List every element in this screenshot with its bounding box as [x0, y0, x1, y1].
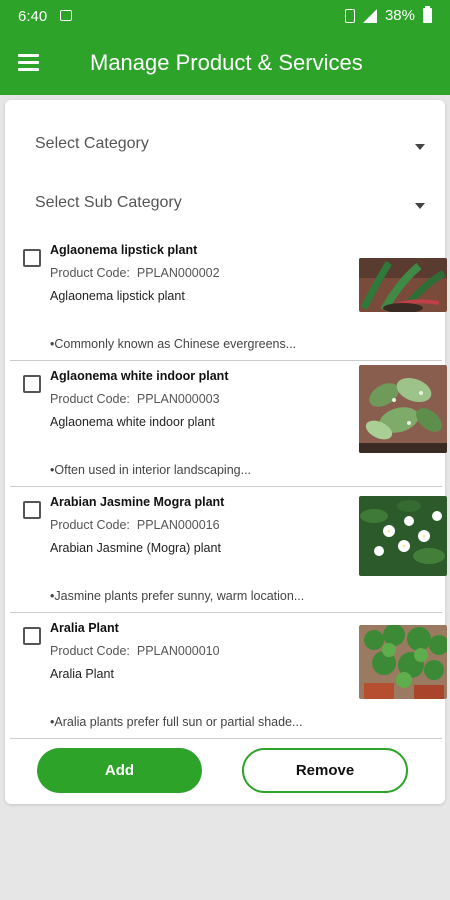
- product-note: •Often used in interior landscaping...: [50, 463, 252, 477]
- product-thumbnail: [359, 365, 447, 453]
- product-thumbnail: [359, 258, 447, 312]
- product-code: Product Code: PPLAN000003: [50, 392, 220, 406]
- dropdown-arrow-icon: [415, 144, 425, 150]
- status-bar: 6:40 38%: [0, 0, 450, 32]
- product-list-item[interactable]: Arabian Jasmine Mogra plant Product Code…: [10, 486, 447, 613]
- product-note: •Commonly known as Chinese evergreens...: [50, 337, 297, 351]
- product-checkbox[interactable]: [23, 249, 41, 267]
- remove-button[interactable]: Remove: [242, 748, 408, 793]
- subcategory-select-label: Select Sub Category: [35, 194, 182, 211]
- status-time: 6:40: [18, 8, 48, 25]
- battery-icon: [423, 6, 432, 23]
- subcategory-select[interactable]: Select Sub Category: [35, 194, 425, 224]
- dropdown-arrow-icon: [415, 203, 425, 209]
- product-name: Aralia Plant: [50, 621, 119, 635]
- product-checkbox[interactable]: [23, 501, 41, 519]
- add-button[interactable]: Add: [37, 748, 202, 793]
- hamburger-menu-icon[interactable]: [18, 54, 39, 72]
- product-list-item[interactable]: Aglaonema lipstick plant Product Code: P…: [10, 234, 447, 361]
- category-select[interactable]: Select Category: [35, 135, 425, 165]
- product-code: Product Code: PPLAN000010: [50, 644, 220, 658]
- category-select-label: Select Category: [35, 135, 149, 152]
- product-description: Aglaonema lipstick plant: [50, 289, 185, 303]
- product-thumbnail: [359, 496, 447, 576]
- signal-icon: [362, 8, 377, 23]
- battery-percent: 38%: [384, 7, 415, 24]
- product-thumbnail: [359, 625, 447, 699]
- product-checkbox[interactable]: [23, 627, 41, 645]
- product-note: •Aralia plants prefer full sun or partia…: [50, 715, 303, 729]
- product-name: Aglaonema white indoor plant: [50, 369, 229, 383]
- product-note: •Jasmine plants prefer sunny, warm locat…: [50, 589, 305, 603]
- product-description: Aralia Plant: [50, 667, 114, 681]
- image-notification-icon: [60, 10, 72, 21]
- product-name: Aglaonema lipstick plant: [50, 243, 198, 257]
- vibrate-icon: [344, 8, 355, 23]
- product-code: Product Code: PPLAN000016: [50, 518, 220, 532]
- product-checkbox[interactable]: [23, 375, 41, 393]
- product-card: Select Category Select Sub Category Agla…: [5, 100, 447, 804]
- app-bar: Manage Product & Services: [0, 32, 450, 95]
- product-name: Arabian Jasmine Mogra plant: [50, 495, 225, 509]
- product-list-item[interactable]: Aglaonema white indoor plant Product Cod…: [10, 360, 447, 487]
- product-code: Product Code: PPLAN000002: [50, 266, 220, 280]
- status-indicators: 38%: [344, 6, 432, 24]
- page-title: Manage Product & Services: [90, 50, 363, 75]
- product-description: Arabian Jasmine (Mogra) plant: [50, 541, 221, 555]
- product-list-item[interactable]: Aralia Plant Product Code: PPLAN000010 A…: [10, 612, 447, 739]
- product-description: Aglaonema white indoor plant: [50, 415, 215, 429]
